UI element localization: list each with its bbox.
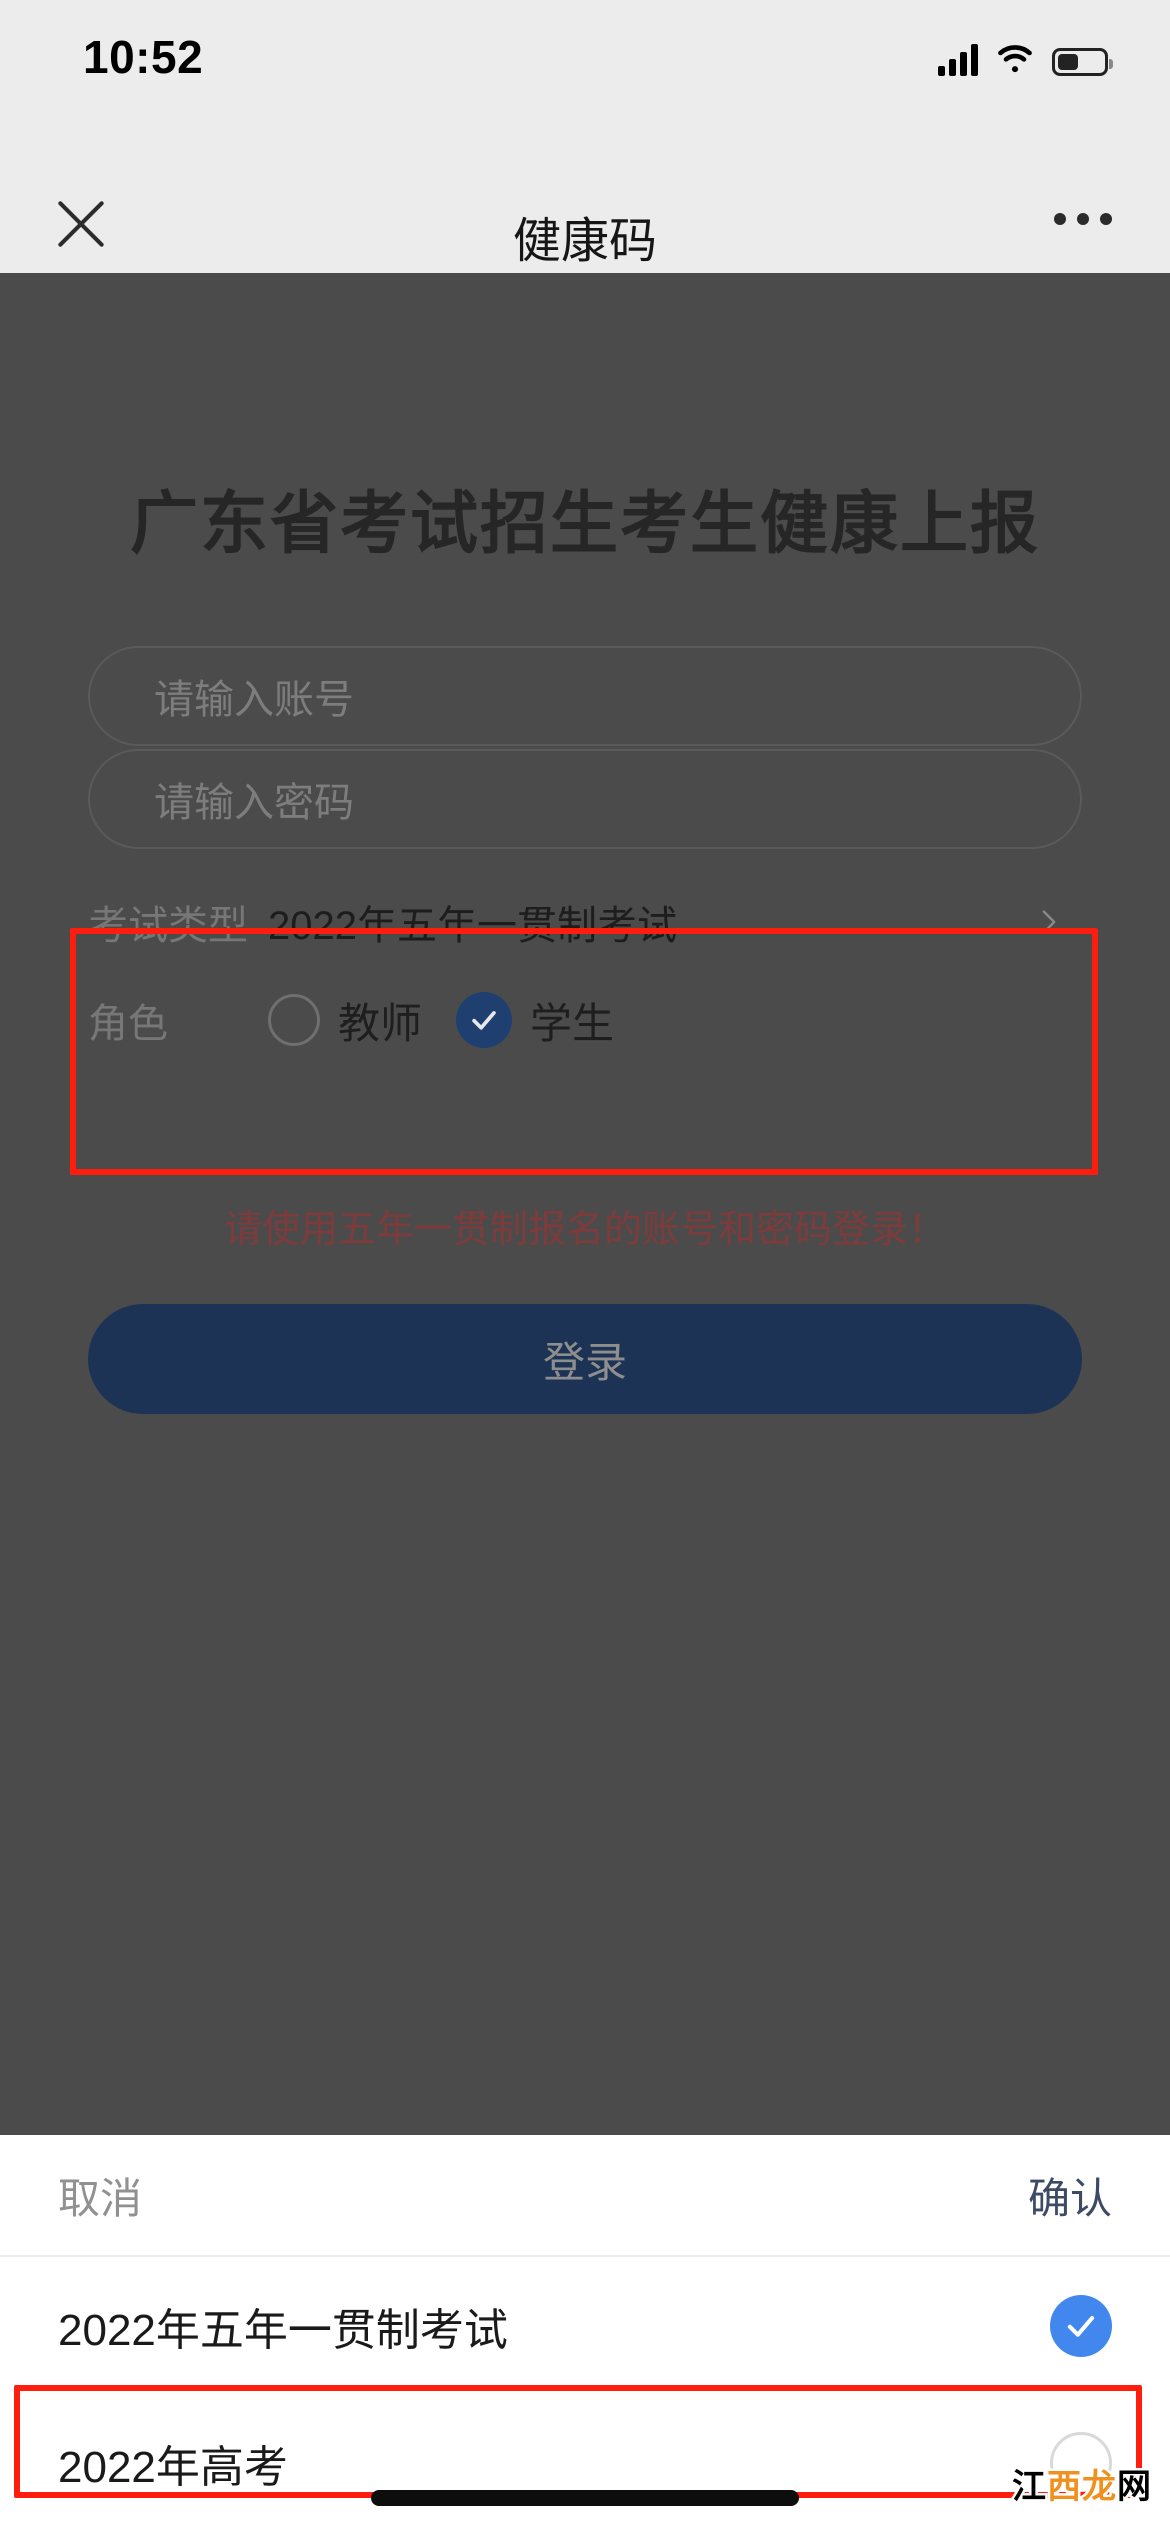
- login-hint-text: 请使用五年一贯制报名的账号和密码登录！: [223, 1209, 946, 1251]
- radio-checked-icon: [456, 992, 513, 1048]
- password-input[interactable]: 请输入密码: [88, 749, 1082, 849]
- role-row: 角色 教师 学生: [88, 971, 1082, 1069]
- login-page-dimmed: 广东省考试招生考生健康上报 请输入账号 请输入密码 考试类型 2022年五年一贯…: [0, 273, 1170, 2135]
- phone-screen: 10:52 健康码 广东省考试招生考生健康上报 请输入账号 请输入密码 考试类型…: [0, 0, 1170, 2532]
- exam-type-value: 2022年五年一贯制考试: [268, 904, 677, 948]
- battery-icon: [1052, 48, 1113, 76]
- watermark-char-3: 龙: [1080, 2466, 1119, 2509]
- wifi-icon: [998, 45, 1032, 73]
- role-teacher-label: 教师: [338, 999, 423, 1047]
- watermark: 江西龙网: [1010, 2459, 1154, 2509]
- role-student-label: 学生: [530, 999, 615, 1047]
- more-dots-icon[interactable]: [1054, 213, 1112, 225]
- app-heading: 广东省考试招生考生健康上报: [129, 486, 1040, 562]
- chevron-right-icon: [1042, 910, 1056, 934]
- password-placeholder: 请输入密码: [154, 781, 354, 825]
- watermark-char-4: 网: [1115, 2466, 1154, 2509]
- watermark-char-1: 江: [1010, 2466, 1049, 2509]
- page-title: 健康码: [512, 215, 657, 268]
- signal-bars-icon: [938, 44, 978, 76]
- exam-type-label: 考试类型: [88, 904, 248, 948]
- role-option-teacher[interactable]: 教师: [268, 990, 422, 1051]
- picker-confirm-button[interactable]: 确认: [1028, 2165, 1112, 2226]
- nav-bar: 健康码: [0, 105, 1170, 273]
- status-time: 10:52: [83, 31, 204, 83]
- picker-option-selected[interactable]: 2022年五年一贯制考试: [0, 2257, 1170, 2394]
- picker-option-unselected[interactable]: 2022年高考: [0, 2394, 1170, 2531]
- radio-unchecked-icon: [268, 994, 320, 1046]
- picker-option-label: 2022年高考: [58, 2442, 288, 2492]
- role-option-student[interactable]: 学生: [456, 990, 614, 1051]
- picker-header: 取消 确认: [0, 2135, 1170, 2257]
- account-placeholder: 请输入账号: [154, 678, 354, 722]
- check-circle-filled-icon: [1050, 2294, 1112, 2357]
- picker-option-label: 2022年五年一贯制考试: [58, 2305, 508, 2355]
- status-icons: [938, 36, 1113, 76]
- picker-cancel-button[interactable]: 取消: [58, 2165, 142, 2226]
- home-indicator: [371, 2490, 799, 2506]
- account-input[interactable]: 请输入账号: [88, 646, 1082, 746]
- login-button-label: 登录: [542, 1338, 627, 1386]
- watermark-char-2: 西: [1045, 2466, 1084, 2509]
- exam-type-picker-sheet: 取消 确认 2022年五年一贯制考试 2022年高考: [0, 2135, 1170, 2532]
- form-rows: 考试类型 2022年五年一贯制考试 角色 教师 学生: [88, 873, 1082, 1069]
- status-bar: 10:52: [0, 0, 1170, 105]
- role-label: 角色: [88, 1002, 168, 1046]
- login-button[interactable]: 登录: [88, 1304, 1082, 1414]
- exam-type-row[interactable]: 考试类型 2022年五年一贯制考试: [88, 873, 1082, 971]
